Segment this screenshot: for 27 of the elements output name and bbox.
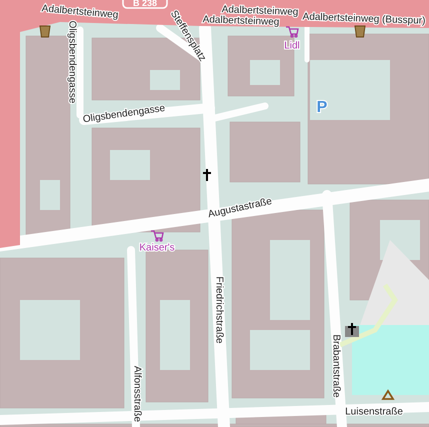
courtyard [250, 60, 280, 85]
courtyard [110, 150, 150, 180]
waste-basket-icon [354, 26, 366, 38]
shop-label: Kaiser's [139, 242, 175, 254]
shop-label: Lidl [284, 40, 300, 52]
footpath [339, 284, 398, 348]
cross-icon [203, 169, 211, 181]
street-label: Adalbertsteinweg [41, 3, 119, 21]
street-label: Oligsbendengasse [82, 102, 166, 126]
street-label: Friedrichstraße [213, 276, 224, 344]
street-label: Luisenstraße [345, 406, 403, 418]
courtyard [250, 330, 310, 370]
street-label: Adalbertsteinweg [202, 14, 280, 28]
courtyard [150, 70, 180, 90]
cross-icon [348, 323, 356, 335]
street-label: Adalbertsteinweg (Busspur) [302, 12, 426, 27]
street-label: Alfonsstraße [131, 366, 142, 422]
shopping-cart-icon [286, 26, 299, 38]
shopping-cart-icon [151, 230, 164, 242]
courtyard [160, 300, 190, 370]
courtyard [40, 180, 60, 210]
waste-basket-icon [39, 26, 51, 38]
street-label: Oligsbendengasse [66, 20, 78, 104]
street-label: Brabantstraße [330, 334, 342, 398]
parking-label: P [316, 99, 328, 116]
road-shield: B 238 [122, 0, 168, 9]
courtyard [20, 300, 80, 360]
